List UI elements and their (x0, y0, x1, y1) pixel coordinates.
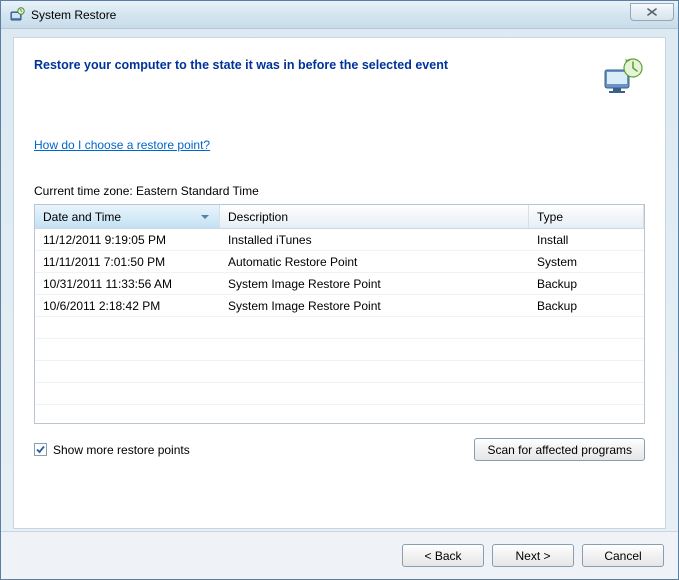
column-header-description[interactable]: Description (220, 205, 529, 228)
empty-row (35, 339, 644, 361)
table-row[interactable]: 11/11/2011 7:01:50 PMAutomatic Restore P… (35, 251, 644, 273)
close-button[interactable] (630, 3, 674, 21)
cell-description: Automatic Restore Point (220, 255, 529, 269)
column-header-date[interactable]: Date and Time (35, 205, 220, 228)
cell-description: Installed iTunes (220, 233, 529, 247)
cell-type: Backup (529, 277, 644, 291)
system-restore-icon (9, 7, 25, 23)
empty-row (35, 317, 644, 339)
help-link[interactable]: How do I choose a restore point? (34, 138, 210, 152)
timezone-label: Current time zone: Eastern Standard Time (14, 156, 665, 204)
back-button[interactable]: < Back (402, 544, 484, 567)
cell-description: System Image Restore Point (220, 299, 529, 313)
table-header: Date and Time Description Type (35, 205, 644, 229)
cell-date: 11/12/2011 9:19:05 PM (35, 233, 220, 247)
table-body: 11/12/2011 9:19:05 PMInstalled iTunesIns… (35, 229, 644, 423)
cancel-button[interactable]: Cancel (582, 544, 664, 567)
table-row[interactable]: 10/6/2011 2:18:42 PMSystem Image Restore… (35, 295, 644, 317)
checkbox-box (34, 443, 47, 456)
empty-row (35, 383, 644, 405)
titlebar: System Restore (1, 1, 678, 29)
scan-affected-button[interactable]: Scan for affected programs (474, 438, 645, 461)
checkmark-icon (35, 444, 46, 455)
cell-type: System (529, 255, 644, 269)
wizard-footer: < Back Next > Cancel (1, 531, 678, 579)
column-header-type[interactable]: Type (529, 205, 644, 228)
show-more-label: Show more restore points (53, 443, 190, 457)
show-more-checkbox[interactable]: Show more restore points (34, 443, 190, 457)
cell-description: System Image Restore Point (220, 277, 529, 291)
table-row[interactable]: 11/12/2011 9:19:05 PMInstalled iTunesIns… (35, 229, 644, 251)
cell-type: Backup (529, 299, 644, 313)
header-row: Restore your computer to the state it wa… (14, 38, 665, 110)
cell-date: 10/6/2011 2:18:42 PM (35, 299, 220, 313)
options-row: Show more restore points Scan for affect… (14, 424, 665, 461)
system-restore-window: System Restore Restore your computer to … (0, 0, 679, 580)
table-row[interactable]: 10/31/2011 11:33:56 AMSystem Image Resto… (35, 273, 644, 295)
content-area: Restore your computer to the state it wa… (13, 37, 666, 529)
close-icon (645, 7, 659, 17)
empty-row (35, 361, 644, 383)
restore-points-table: Date and Time Description Type 11/12/201… (34, 204, 645, 424)
help-link-row: How do I choose a restore point? (14, 110, 665, 156)
cell-type: Install (529, 233, 644, 247)
window-title: System Restore (31, 8, 630, 22)
restore-illustration-icon (601, 56, 645, 100)
next-button[interactable]: Next > (492, 544, 574, 567)
cell-date: 11/11/2011 7:01:50 PM (35, 255, 220, 269)
page-heading: Restore your computer to the state it wa… (34, 56, 581, 72)
cell-date: 10/31/2011 11:33:56 AM (35, 277, 220, 291)
